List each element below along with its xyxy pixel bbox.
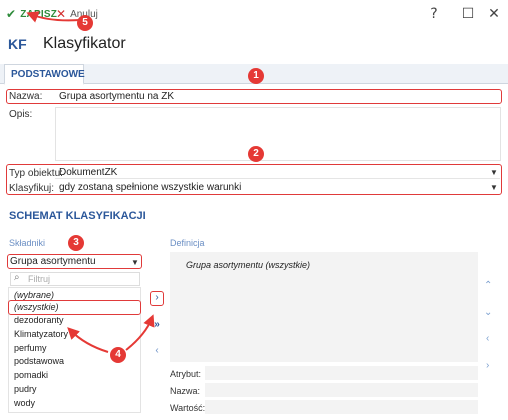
annotation-arrows	[26, 11, 155, 353]
arrow-to-selected-item	[67, 327, 109, 353]
arrow-to-save	[26, 11, 81, 23]
arrow-to-move-button	[125, 314, 155, 351]
